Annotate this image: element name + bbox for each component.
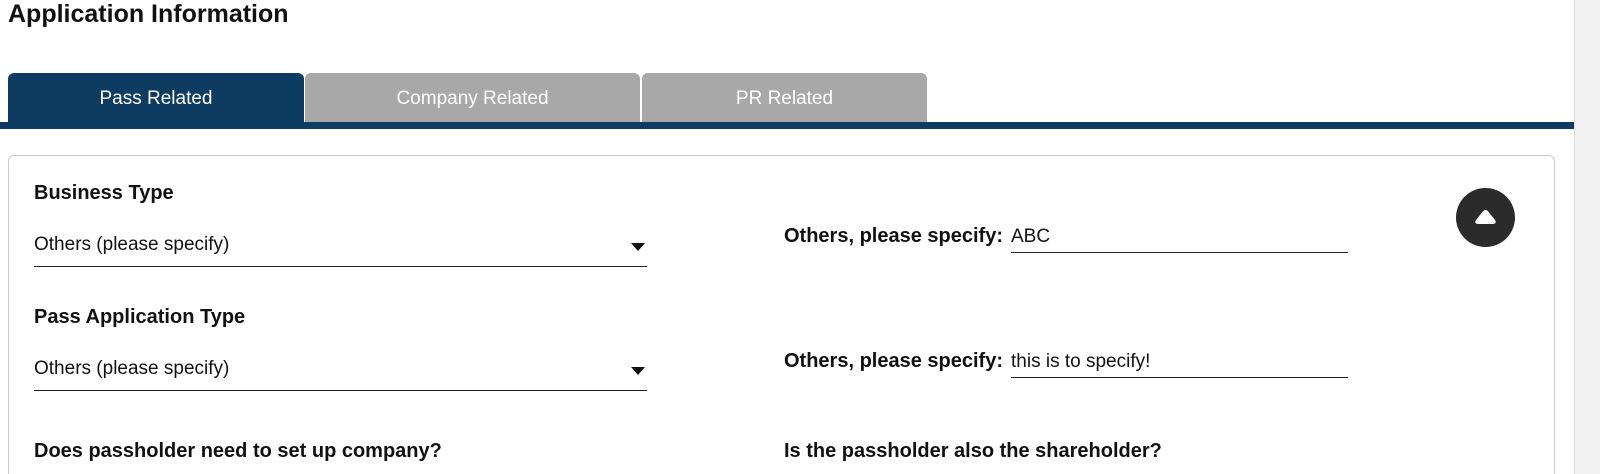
tab-pr-related[interactable]: PR Related (642, 73, 927, 122)
caret-down-icon (631, 243, 645, 251)
business-type-label: Business Type (34, 182, 174, 204)
collapse-section-button[interactable] (1456, 188, 1515, 247)
pass-application-type-selected-value: Others (please specify) (34, 358, 230, 379)
tab-pass-related[interactable]: Pass Related (8, 73, 304, 123)
business-type-specify-input[interactable] (1011, 221, 1348, 253)
chevron-up-icon (1475, 210, 1496, 224)
pass-application-type-label: Pass Application Type (34, 306, 246, 328)
caret-down-icon (631, 367, 645, 375)
pass-application-type-specify-label: Others, please specify: (784, 350, 1003, 372)
scrollbar[interactable] (1574, 0, 1600, 474)
business-type-select[interactable]: Others (please specify) (34, 229, 647, 267)
tab-underline (0, 122, 1574, 129)
setup-company-question: Does passholder need to set up company? (34, 440, 442, 462)
pass-application-type-select[interactable]: Others (please specify) (34, 353, 647, 391)
business-type-selected-value: Others (please specify) (34, 234, 230, 255)
application-page: Application Information Pass Related Com… (0, 0, 1600, 474)
shareholder-question: Is the passholder also the shareholder? (784, 440, 1162, 462)
page-title: Application Information (8, 0, 289, 28)
pass-application-type-specify-input[interactable] (1011, 346, 1348, 378)
tab-company-related[interactable]: Company Related (305, 73, 640, 122)
business-type-specify-label: Others, please specify: (784, 225, 1003, 247)
